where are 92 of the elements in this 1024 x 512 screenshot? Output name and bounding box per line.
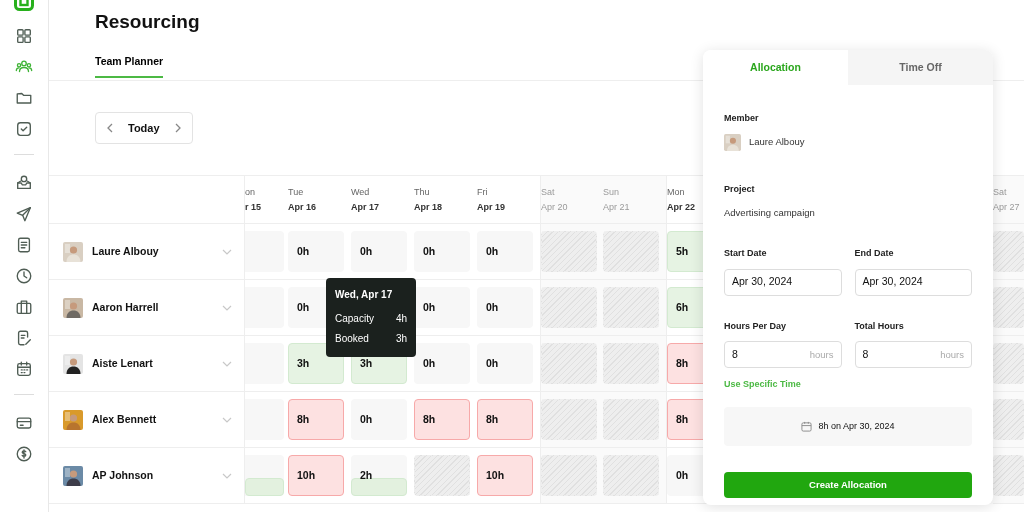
weekday-label: Wed [351, 186, 371, 199]
input-field[interactable]: 8 hours [854, 341, 972, 369]
calendar-icon [801, 421, 813, 433]
document-edit-icon[interactable] [15, 329, 33, 347]
hours-cell[interactable]: 8h [477, 399, 533, 440]
blocked-slot[interactable] [541, 455, 597, 496]
blocked-slot[interactable] [993, 455, 1024, 496]
member-name: Alex Bennett [92, 411, 158, 427]
blocked-slot[interactable] [993, 231, 1024, 272]
blocked-slot[interactable] [993, 399, 1024, 440]
chevron-down-icon[interactable] [222, 248, 232, 255]
hours-cell[interactable]: 0h [414, 231, 470, 272]
weekday-label: Sat [993, 186, 1008, 199]
blocked-slot[interactable] [603, 455, 659, 496]
weekday-label: Fri [477, 186, 489, 199]
hours-cell[interactable]: 8h [288, 399, 344, 440]
blocked-slot[interactable] [603, 343, 659, 384]
field-label: Hours Per Day [724, 319, 788, 333]
blocked-slot[interactable] [603, 399, 659, 440]
field-label: Project [724, 182, 756, 196]
weekday-label: Tue [288, 186, 305, 199]
chevron-down-icon[interactable] [222, 360, 232, 367]
send-icon[interactable] [15, 205, 33, 223]
hours-cell[interactable]: 8h [414, 399, 470, 440]
briefcase-icon[interactable] [15, 298, 33, 316]
hours-cell[interactable]: 0h [477, 343, 533, 384]
weekday-label: Sun [603, 186, 620, 199]
grid-icon[interactable] [15, 27, 33, 45]
next-icon[interactable] [173, 123, 182, 133]
date-label: Apr 16 [288, 201, 317, 214]
field-label: Start Date [724, 247, 768, 261]
inbox-icon[interactable] [15, 174, 33, 192]
tooltip-value: 3h [395, 332, 407, 346]
blocked-slot[interactable] [414, 455, 470, 496]
clock-icon[interactable] [15, 267, 33, 285]
date-label: r 15 [245, 201, 262, 214]
date-label: Apr 17 [351, 201, 380, 214]
chevron-down-icon[interactable] [222, 472, 232, 479]
blocked-slot[interactable] [603, 231, 659, 272]
member-name: Aaron Harrell [92, 299, 160, 315]
today-button[interactable]: Today [128, 119, 160, 137]
hours-cell[interactable]: 0h [414, 287, 470, 328]
input-field[interactable]: Apr 30, 2024 [854, 268, 972, 296]
date-label: Apr 18 [414, 201, 443, 214]
hours-cell[interactable]: 0h [288, 231, 344, 272]
blocked-slot[interactable] [541, 343, 597, 384]
summary-text: 8h on Apr 30, 2024 [818, 420, 895, 433]
weekday-label: Thu [414, 186, 431, 199]
tab[interactable]: Time Off [848, 50, 993, 85]
calendar-icon[interactable] [15, 360, 33, 378]
blocked-slot[interactable] [993, 343, 1024, 384]
hours-cell[interactable]: 0h [477, 287, 533, 328]
input-field[interactable]: 8 hours [724, 341, 842, 369]
date-label: Apr 20 [541, 201, 569, 214]
member-name: Laure Albouy [749, 134, 805, 149]
weekday-label: Sat [541, 186, 556, 199]
hours-cell[interactable]: 0h [351, 231, 407, 272]
chevron-down-icon[interactable] [222, 304, 232, 311]
hours-cell[interactable]: 10h [288, 455, 344, 496]
member-name: AP Johnson [92, 467, 155, 483]
dollar-icon[interactable] [15, 445, 33, 463]
field-label: Total Hours [854, 319, 905, 333]
blocked-slot[interactable] [603, 287, 659, 328]
chevron-down-icon[interactable] [222, 416, 232, 423]
hours-cell[interactable]: 10h [477, 455, 533, 496]
hours-cell[interactable]: 0h [351, 399, 407, 440]
blocked-slot[interactable] [541, 399, 597, 440]
input-field[interactable]: Apr 30, 2024 [724, 268, 842, 296]
date-label: Apr 21 [603, 201, 631, 214]
tab[interactable]: Team Planner [95, 53, 164, 78]
tooltip-label: Booked [335, 332, 369, 346]
member-name: Laure Albouy [92, 243, 160, 259]
date-label: Apr 27 [993, 201, 1021, 214]
blocked-slot[interactable] [541, 231, 597, 272]
hours-cell[interactable]: 0h [477, 231, 533, 272]
field-label: Member [724, 112, 760, 125]
previous-icon[interactable] [106, 123, 114, 133]
allocation-bar[interactable] [245, 455, 284, 496]
credit-card-icon[interactable] [15, 414, 33, 432]
hours-cell[interactable]: 2h [351, 455, 407, 496]
field-label: End Date [854, 247, 895, 261]
date-label: Apr 19 [477, 201, 506, 214]
blocked-slot[interactable] [993, 287, 1024, 328]
checkbox-icon[interactable] [15, 120, 33, 138]
member-name: Aiste Lenart [92, 355, 154, 371]
page-title: Resourcing [95, 10, 201, 34]
hours-cell[interactable]: 0h [414, 343, 470, 384]
blocked-slot[interactable] [541, 287, 597, 328]
tooltip-value: 4h [395, 312, 407, 326]
weekday-label: on [245, 186, 256, 199]
document-icon[interactable] [15, 236, 33, 254]
project-name: Advertising campaign [724, 206, 816, 220]
